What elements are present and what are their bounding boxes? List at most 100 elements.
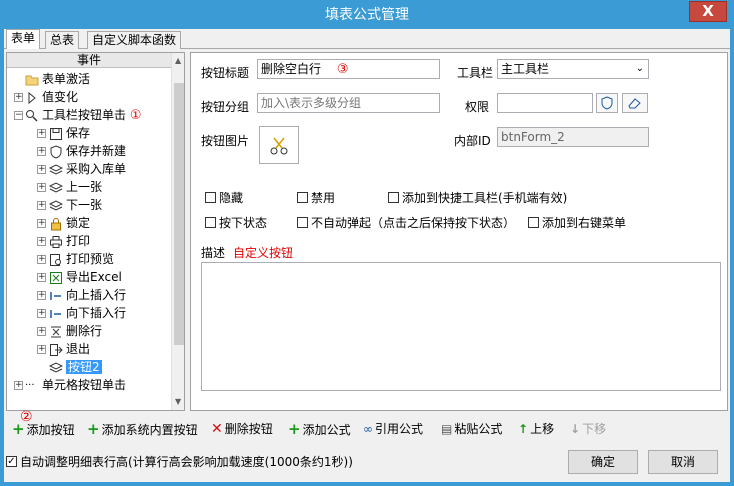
expand-icon[interactable]: + xyxy=(37,147,46,156)
move-up-button[interactable]: ↑ 上移 xyxy=(518,420,554,438)
layers-icon xyxy=(49,181,63,193)
add-formula-button[interactable]: + 添加公式 xyxy=(288,420,351,438)
checkbox-label: 禁用 xyxy=(311,191,336,205)
tree-node-prev[interactable]: 上一张 xyxy=(49,178,102,196)
context-menu-checkbox[interactable]: 添加到右键菜单 xyxy=(528,215,626,231)
tree-node-label: 上一张 xyxy=(66,180,103,194)
internal-id-label: 内部ID xyxy=(454,134,491,148)
tree-node-export-excel[interactable]: 导出Excel xyxy=(49,268,122,286)
tree-node-insert-above[interactable]: 向上插入行 xyxy=(49,286,126,304)
tree-node-print[interactable]: 打印 xyxy=(49,232,90,250)
event-tree[interactable]: 事件 ▲ ▼ 表单激活 + 值变化 − 工具栏按钮单击 ① + 保存 + 保存并… xyxy=(6,52,185,411)
tree-node-exit[interactable]: 退出 xyxy=(49,340,90,358)
toolbar-label: 删除按钮 xyxy=(224,422,273,436)
marker-1: ① xyxy=(129,108,142,123)
title-bar[interactable]: 填表公式管理 X xyxy=(0,0,734,28)
tree-node-delete-row[interactable]: 删除行 xyxy=(49,322,102,340)
cancel-button[interactable]: 取消 xyxy=(648,450,718,474)
expand-icon[interactable]: + xyxy=(37,273,46,282)
tree-node-insert-below[interactable]: 向下插入行 xyxy=(49,304,126,322)
toolbar-label: 粘贴公式 xyxy=(454,422,503,436)
checkbox-box[interactable] xyxy=(388,192,399,203)
scroll-up-icon[interactable]: ▲ xyxy=(175,56,181,65)
checkbox-box[interactable] xyxy=(205,192,216,203)
expand-icon[interactable]: + xyxy=(37,291,46,300)
paste-formula-button[interactable]: ▤ 粘贴公式 xyxy=(441,420,502,438)
tab-custom-script[interactable]: 自定义脚本函数 xyxy=(87,31,182,49)
expand-icon[interactable]: + xyxy=(37,219,46,228)
button-title-input[interactable]: 删除空白行 ③ xyxy=(257,59,440,79)
tree-node-cell-button-click[interactable]: ··· 单元格按钮单击 xyxy=(25,376,126,394)
scroll-down-icon[interactable]: ▼ xyxy=(175,397,181,406)
expand-icon[interactable]: + xyxy=(37,237,46,246)
move-down-button[interactable]: ↓ 下移 xyxy=(570,420,606,438)
add-builtin-button[interactable]: + 添加系统内置按钮 xyxy=(87,420,198,438)
tree-node-save[interactable]: 保存 xyxy=(49,124,90,142)
hidden-checkbox[interactable]: 隐藏 xyxy=(205,190,243,206)
expand-icon[interactable]: + xyxy=(37,327,46,336)
button-group-input[interactable]: 加入\表示多级分组 xyxy=(257,93,440,113)
expand-icon[interactable]: + xyxy=(37,183,46,192)
tab-form[interactable]: 表单 xyxy=(6,29,41,49)
expand-icon[interactable]: + xyxy=(37,201,46,210)
excel-icon xyxy=(50,271,62,284)
expand-icon[interactable]: + xyxy=(14,93,23,102)
delete-button-button[interactable]: ✕ 删除按钮 xyxy=(211,420,273,438)
expand-icon[interactable]: + xyxy=(37,309,46,318)
tree-node-label-selected: 按钮2 xyxy=(66,360,102,374)
tree-node-button2[interactable]: 按钮2 xyxy=(49,358,102,376)
toolbar-select[interactable]: 主工具栏 ⌄ xyxy=(497,59,649,79)
expand-icon[interactable]: + xyxy=(14,381,23,390)
tree-scrollbar[interactable]: ▲ ▼ xyxy=(171,53,184,410)
checkbox-box[interactable] xyxy=(297,217,308,228)
shield-icon xyxy=(601,96,613,110)
tree-node-label: 锁定 xyxy=(66,216,91,230)
expand-icon[interactable]: + xyxy=(37,165,46,174)
tab-summary[interactable]: 总表 xyxy=(45,31,80,49)
tree-node-label: 工具栏按钮单击 xyxy=(42,108,127,122)
tree-node-next[interactable]: 下一张 xyxy=(49,196,102,214)
button-image-picker[interactable] xyxy=(259,126,299,164)
permission-input[interactable] xyxy=(497,93,593,113)
toolbar-label: 下移 xyxy=(582,422,607,436)
internal-id-field[interactable]: btnForm_2 xyxy=(497,127,649,147)
chevron-down-icon: ⌄ xyxy=(635,63,644,74)
dialog-body: 表单 总表 自定义脚本函数 事件 ▲ ▼ 表单激活 + 值变化 − 工具栏按钮单… xyxy=(4,29,730,482)
quick-toolbar-checkbox[interactable]: 添加到快捷工具栏(手机端有效) xyxy=(388,190,567,206)
description-textarea[interactable] xyxy=(201,262,721,391)
window-title: 填表公式管理 xyxy=(325,7,409,23)
button-group-placeholder: 加入\表示多级分组 xyxy=(261,96,362,110)
tree-node-print-preview[interactable]: 打印预览 xyxy=(49,250,114,268)
checkbox-box[interactable] xyxy=(205,217,216,228)
expand-icon[interactable]: + xyxy=(37,345,46,354)
tree-node-form-activate[interactable]: 表单激活 xyxy=(25,70,90,88)
arrow-down-icon: ↓ xyxy=(570,422,581,436)
scroll-thumb[interactable] xyxy=(174,83,184,345)
shield-button[interactable] xyxy=(596,93,618,113)
no-auto-release-checkbox[interactable]: 不自动弹起（点击之后保持按下状态） xyxy=(297,215,515,231)
tree-node-save-new[interactable]: 保存并新建 xyxy=(49,142,126,160)
add-button-button[interactable]: + 添加按钮 xyxy=(12,420,75,438)
tree-node-purchase[interactable]: 采购入库单 xyxy=(49,160,126,178)
checkbox-box[interactable] xyxy=(297,192,308,203)
tree-node-lock[interactable]: 锁定 xyxy=(49,214,90,232)
dialog-window: 填表公式管理 X 表单 总表 自定义脚本函数 事件 ▲ ▼ 表单激活 + 值变化… xyxy=(0,0,734,486)
collapse-icon[interactable]: − xyxy=(14,111,23,120)
expand-icon[interactable]: + xyxy=(37,255,46,264)
reference-formula-button[interactable]: ∞ 引用公式 xyxy=(363,420,423,438)
description-label: 描述 xyxy=(201,246,226,260)
pressed-state-checkbox[interactable]: 按下状态 xyxy=(205,215,267,231)
disabled-checkbox[interactable]: 禁用 xyxy=(297,190,335,206)
plus-icon: + xyxy=(12,420,25,438)
tree-node-toolbar-click[interactable]: 工具栏按钮单击 ① xyxy=(25,106,142,124)
printer-icon xyxy=(50,235,62,248)
auto-row-height-checkbox[interactable]: ✓ 自动调整明细表行高(计算行高会影响加载速度(1000条约1秒)) xyxy=(6,454,353,470)
close-button[interactable]: X xyxy=(689,1,727,22)
tree-node-value-change[interactable]: 值变化 xyxy=(25,88,78,106)
eraser-button[interactable] xyxy=(622,93,648,113)
checkbox-box[interactable] xyxy=(528,217,539,228)
checkbox-box-checked[interactable]: ✓ xyxy=(6,456,17,467)
expand-icon[interactable]: + xyxy=(37,129,46,138)
link-icon: ∞ xyxy=(363,422,373,436)
ok-button[interactable]: 确定 xyxy=(568,450,638,474)
